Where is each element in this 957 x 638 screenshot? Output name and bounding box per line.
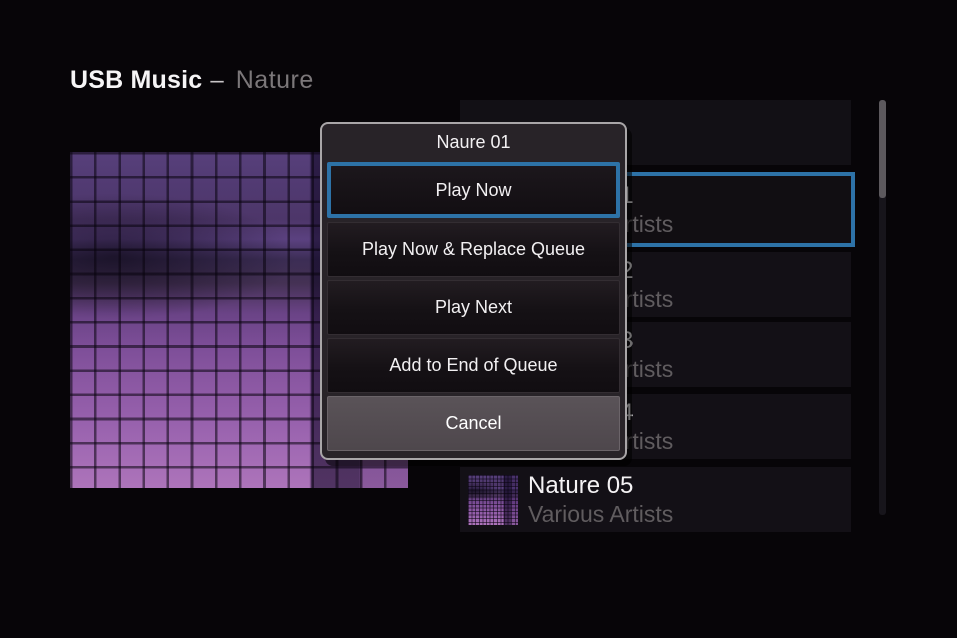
dialog-title: Naure 01 [322, 124, 625, 160]
track-artist: Various Artists [528, 500, 673, 528]
scrollbar[interactable] [879, 100, 886, 515]
track-options-dialog: Naure 01 Play Now Play Now & Replace Que… [320, 122, 627, 460]
track-title: Nature 05 [528, 471, 673, 500]
play-now-selection-frame: Play Now [327, 162, 620, 218]
play-now-replace-queue-button[interactable]: Play Now & Replace Queue [327, 222, 620, 277]
track-thumbnail-icon [468, 475, 518, 525]
cancel-button[interactable]: Cancel [327, 396, 620, 451]
play-now-button[interactable]: Play Now [331, 166, 616, 214]
scrollbar-thumb[interactable] [879, 100, 886, 198]
play-next-button[interactable]: Play Next [327, 280, 620, 335]
add-to-end-of-queue-button[interactable]: Add to End of Queue [327, 338, 620, 393]
list-item-nature-05[interactable]: Nature 05 Various Artists [460, 467, 851, 532]
